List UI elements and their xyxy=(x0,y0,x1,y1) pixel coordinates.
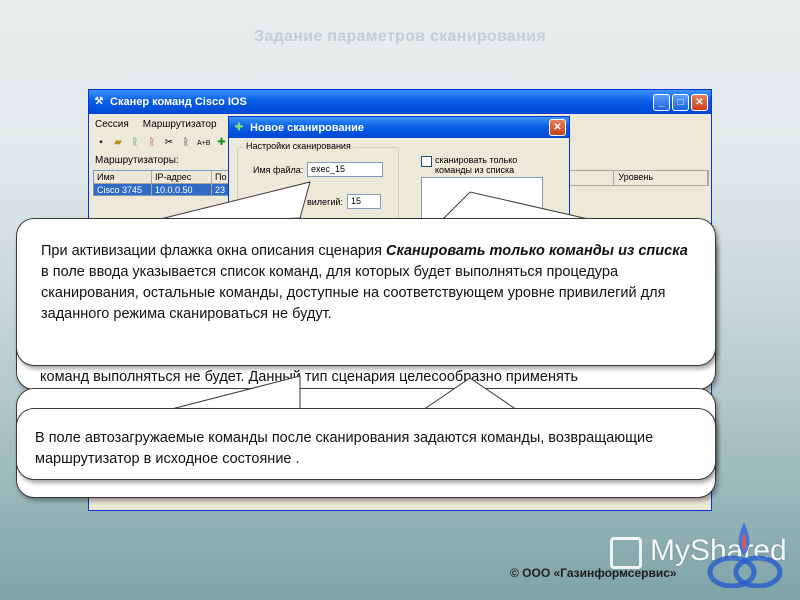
callout-text-part: в поле ввода указывается список команд, … xyxy=(41,264,666,322)
callout-bottom-right-pointer xyxy=(418,377,522,413)
callout-emphasis: Сканировать только команды из списка xyxy=(385,243,688,259)
copyright-footer: © ООО «Газинформсервис» xyxy=(510,566,677,580)
callout-bottom-left-pointer xyxy=(159,375,301,413)
callout-list-only: При активизации флажка окна описания сце… xyxy=(16,218,716,366)
callout-autoload-text: В поле автозагружаемые команды после ска… xyxy=(35,430,654,467)
callout-list-only-text: При активизации флажка окна описания сце… xyxy=(41,241,691,325)
callout-autoload: В поле автозагружаемые команды после ска… xyxy=(16,408,716,480)
callout-text-part: При активизации флажка окна описания сце… xyxy=(41,243,386,259)
myshared-logo-icon xyxy=(610,537,642,569)
company-logo xyxy=(707,522,783,588)
